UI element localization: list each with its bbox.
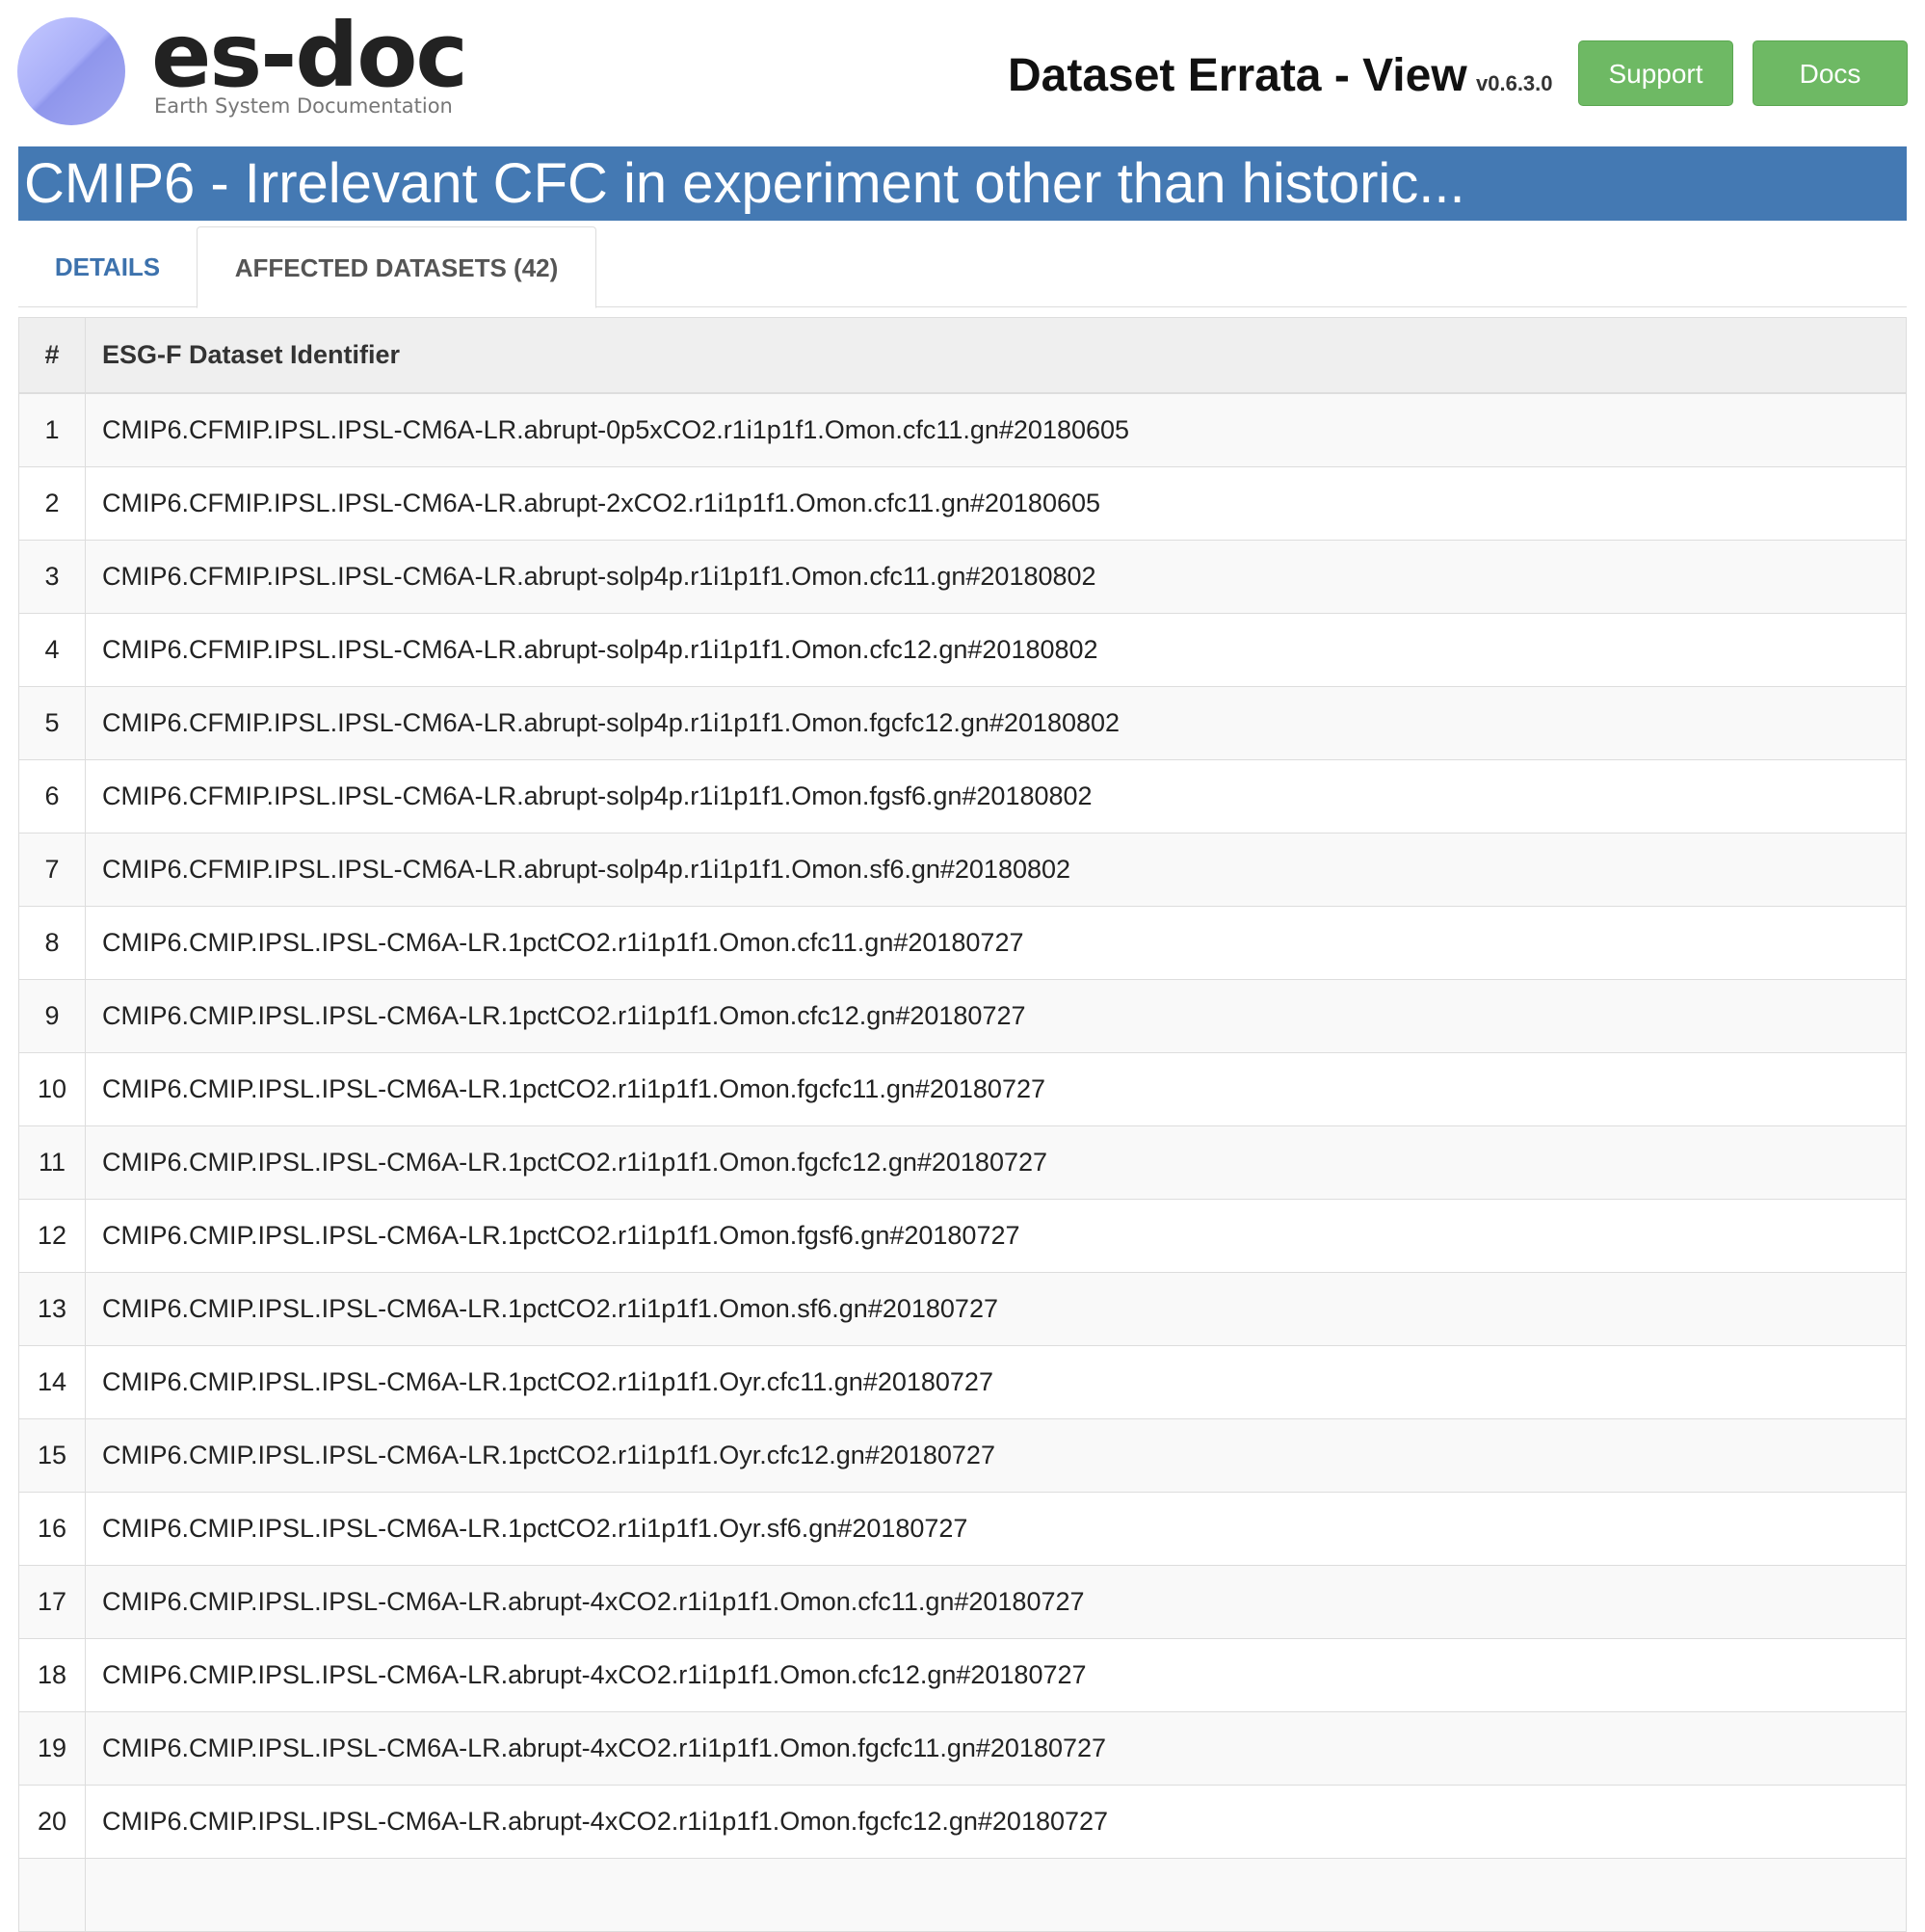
table-row: 19 CMIP6.CMIP.IPSL.IPSL-CM6A-LR.abrupt-4x… [18, 1711, 1907, 1786]
row-number: 7 [18, 833, 86, 907]
table-body: 1 CMIP6.CFMIP.IPSL.IPSL-CM6A-LR.abrupt-0p… [18, 392, 1907, 1932]
dataset-identifier[interactable]: CMIP6.CMIP.IPSL.IPSL-CM6A-LR.1pctCO2.r1i… [85, 906, 1907, 980]
dataset-identifier[interactable]: CMIP6.CFMIP.IPSL.IPSL-CM6A-LR.abrupt-sol… [85, 759, 1907, 834]
support-button[interactable]: Support [1578, 40, 1733, 106]
table-row: 8 CMIP6.CMIP.IPSL.IPSL-CM6A-LR.1pctCO2.r1… [18, 906, 1907, 980]
dataset-identifier[interactable]: CMIP6.CMIP.IPSL.IPSL-CM6A-LR.1pctCO2.r1i… [85, 979, 1907, 1053]
dataset-identifier[interactable]: CMIP6.CMIP.IPSL.IPSL-CM6A-LR.abrupt-4xCO… [85, 1711, 1907, 1786]
row-number: 16 [18, 1492, 86, 1566]
dataset-identifier[interactable]: CMIP6.CMIP.IPSL.IPSL-CM6A-LR.1pctCO2.r1i… [85, 1199, 1907, 1273]
row-number: 9 [18, 979, 86, 1053]
dataset-identifier[interactable]: CMIP6.CMIP.IPSL.IPSL-CM6A-LR.1pctCO2.r1i… [85, 1492, 1907, 1566]
dataset-identifier[interactable]: CMIP6.CMIP.IPSL.IPSL-CM6A-LR.1pctCO2.r1i… [85, 1345, 1907, 1419]
table-row: 5 CMIP6.CFMIP.IPSL.IPSL-CM6A-LR.abrupt-so… [18, 686, 1907, 760]
row-number: 8 [18, 906, 86, 980]
issue-title: CMIP6 - Irrelevant CFC in experiment oth… [18, 146, 1907, 221]
app-title: Dataset Errata - View [1008, 50, 1467, 101]
table-header-row: # ESG-F Dataset Identifier [18, 317, 1907, 394]
dataset-identifier[interactable]: CMIP6.CMIP.IPSL.IPSL-CM6A-LR.abrupt-4xCO… [85, 1785, 1907, 1859]
table-row: 2 CMIP6.CFMIP.IPSL.IPSL-CM6A-LR.abrupt-2x… [18, 466, 1907, 541]
dataset-identifier[interactable]: CMIP6.CMIP.IPSL.IPSL-CM6A-LR.1pctCO2.r1i… [85, 1272, 1907, 1346]
logo-wordmark: es-doc [151, 4, 468, 107]
column-header-identifier: ESG-F Dataset Identifier [85, 317, 1907, 394]
docs-button[interactable]: Docs [1753, 40, 1908, 106]
table-row: 9 CMIP6.CMIP.IPSL.IPSL-CM6A-LR.1pctCO2.r1… [18, 979, 1907, 1053]
row-number: 12 [18, 1199, 86, 1273]
table-row: 14 CMIP6.CMIP.IPSL.IPSL-CM6A-LR.1pctCO2.r… [18, 1345, 1907, 1419]
table-row: 13 CMIP6.CMIP.IPSL.IPSL-CM6A-LR.1pctCO2.r… [18, 1272, 1907, 1346]
row-number: 4 [18, 613, 86, 687]
row-number: 2 [18, 466, 86, 541]
table-row: 3 CMIP6.CFMIP.IPSL.IPSL-CM6A-LR.abrupt-so… [18, 540, 1907, 614]
table-row: 7 CMIP6.CFMIP.IPSL.IPSL-CM6A-LR.abrupt-so… [18, 833, 1907, 907]
dataset-identifier[interactable]: CMIP6.CFMIP.IPSL.IPSL-CM6A-LR.abrupt-0p5… [85, 392, 1907, 467]
dataset-identifier[interactable]: CMIP6.CFMIP.IPSL.IPSL-CM6A-LR.abrupt-2xC… [85, 466, 1907, 541]
row-number: 1 [18, 392, 86, 467]
dataset-identifier[interactable]: CMIP6.CMIP.IPSL.IPSL-CM6A-LR.1pctCO2.r1i… [85, 1052, 1907, 1126]
row-number: 13 [18, 1272, 86, 1346]
row-number: 15 [18, 1418, 86, 1493]
row-number: 14 [18, 1345, 86, 1419]
table-row: 6 CMIP6.CFMIP.IPSL.IPSL-CM6A-LR.abrupt-so… [18, 759, 1907, 834]
datasets-table-container: # ESG-F Dataset Identifier 1 CMIP6.CFMIP.… [18, 317, 1907, 1932]
dataset-identifier[interactable]: CMIP6.CMIP.IPSL.IPSL-CM6A-LR.abrupt-4xCO… [85, 1565, 1907, 1639]
dataset-identifier[interactable]: CMIP6.CFMIP.IPSL.IPSL-CM6A-LR.abrupt-sol… [85, 613, 1907, 687]
dataset-identifier[interactable] [85, 1858, 1907, 1932]
table-row: 1 CMIP6.CFMIP.IPSL.IPSL-CM6A-LR.abrupt-0p… [18, 392, 1907, 467]
row-number [18, 1858, 86, 1932]
table-row [18, 1858, 1907, 1932]
row-number: 10 [18, 1052, 86, 1126]
table-row: 11 CMIP6.CMIP.IPSL.IPSL-CM6A-LR.1pctCO2.r… [18, 1125, 1907, 1200]
tab-details[interactable]: DETAILS [18, 226, 197, 307]
row-number: 3 [18, 540, 86, 614]
dataset-identifier[interactable]: CMIP6.CMIP.IPSL.IPSL-CM6A-LR.abrupt-4xCO… [85, 1638, 1907, 1712]
page-header: es-doc Earth System Documentation Datase… [0, 0, 1925, 145]
row-number: 18 [18, 1638, 86, 1712]
dataset-identifier[interactable]: CMIP6.CFMIP.IPSL.IPSL-CM6A-LR.abrupt-sol… [85, 833, 1907, 907]
dataset-identifier[interactable]: CMIP6.CMIP.IPSL.IPSL-CM6A-LR.1pctCO2.r1i… [85, 1125, 1907, 1200]
app-version: v0.6.3.0 [1476, 71, 1553, 95]
dataset-identifier[interactable]: CMIP6.CMIP.IPSL.IPSL-CM6A-LR.1pctCO2.r1i… [85, 1418, 1907, 1493]
table-row: 10 CMIP6.CMIP.IPSL.IPSL-CM6A-LR.1pctCO2.r… [18, 1052, 1907, 1126]
table-row: 17 CMIP6.CMIP.IPSL.IPSL-CM6A-LR.abrupt-4x… [18, 1565, 1907, 1639]
tab-affected-datasets[interactable]: AFFECTED DATASETS (42) [197, 226, 596, 308]
logo-tagline: Earth System Documentation [154, 94, 453, 118]
table-row: 12 CMIP6.CMIP.IPSL.IPSL-CM6A-LR.1pctCO2.r… [18, 1199, 1907, 1273]
datasets-table: # ESG-F Dataset Identifier 1 CMIP6.CFMIP.… [18, 317, 1907, 1932]
row-number: 11 [18, 1125, 86, 1200]
row-number: 17 [18, 1565, 86, 1639]
row-number: 19 [18, 1711, 86, 1786]
table-row: 4 CMIP6.CFMIP.IPSL.IPSL-CM6A-LR.abrupt-so… [18, 613, 1907, 687]
tab-bar: DETAILS AFFECTED DATASETS (42) [18, 226, 1907, 308]
logo-icon [17, 17, 125, 125]
row-number: 20 [18, 1785, 86, 1859]
table-row: 16 CMIP6.CMIP.IPSL.IPSL-CM6A-LR.1pctCO2.r… [18, 1492, 1907, 1566]
column-header-number: # [18, 317, 86, 394]
dataset-identifier[interactable]: CMIP6.CFMIP.IPSL.IPSL-CM6A-LR.abrupt-sol… [85, 540, 1907, 614]
row-number: 6 [18, 759, 86, 834]
table-row: 18 CMIP6.CMIP.IPSL.IPSL-CM6A-LR.abrupt-4x… [18, 1638, 1907, 1712]
table-row: 20 CMIP6.CMIP.IPSL.IPSL-CM6A-LR.abrupt-4x… [18, 1785, 1907, 1859]
dataset-identifier[interactable]: CMIP6.CFMIP.IPSL.IPSL-CM6A-LR.abrupt-sol… [85, 686, 1907, 760]
row-number: 5 [18, 686, 86, 760]
table-row: 15 CMIP6.CMIP.IPSL.IPSL-CM6A-LR.1pctCO2.r… [18, 1418, 1907, 1493]
